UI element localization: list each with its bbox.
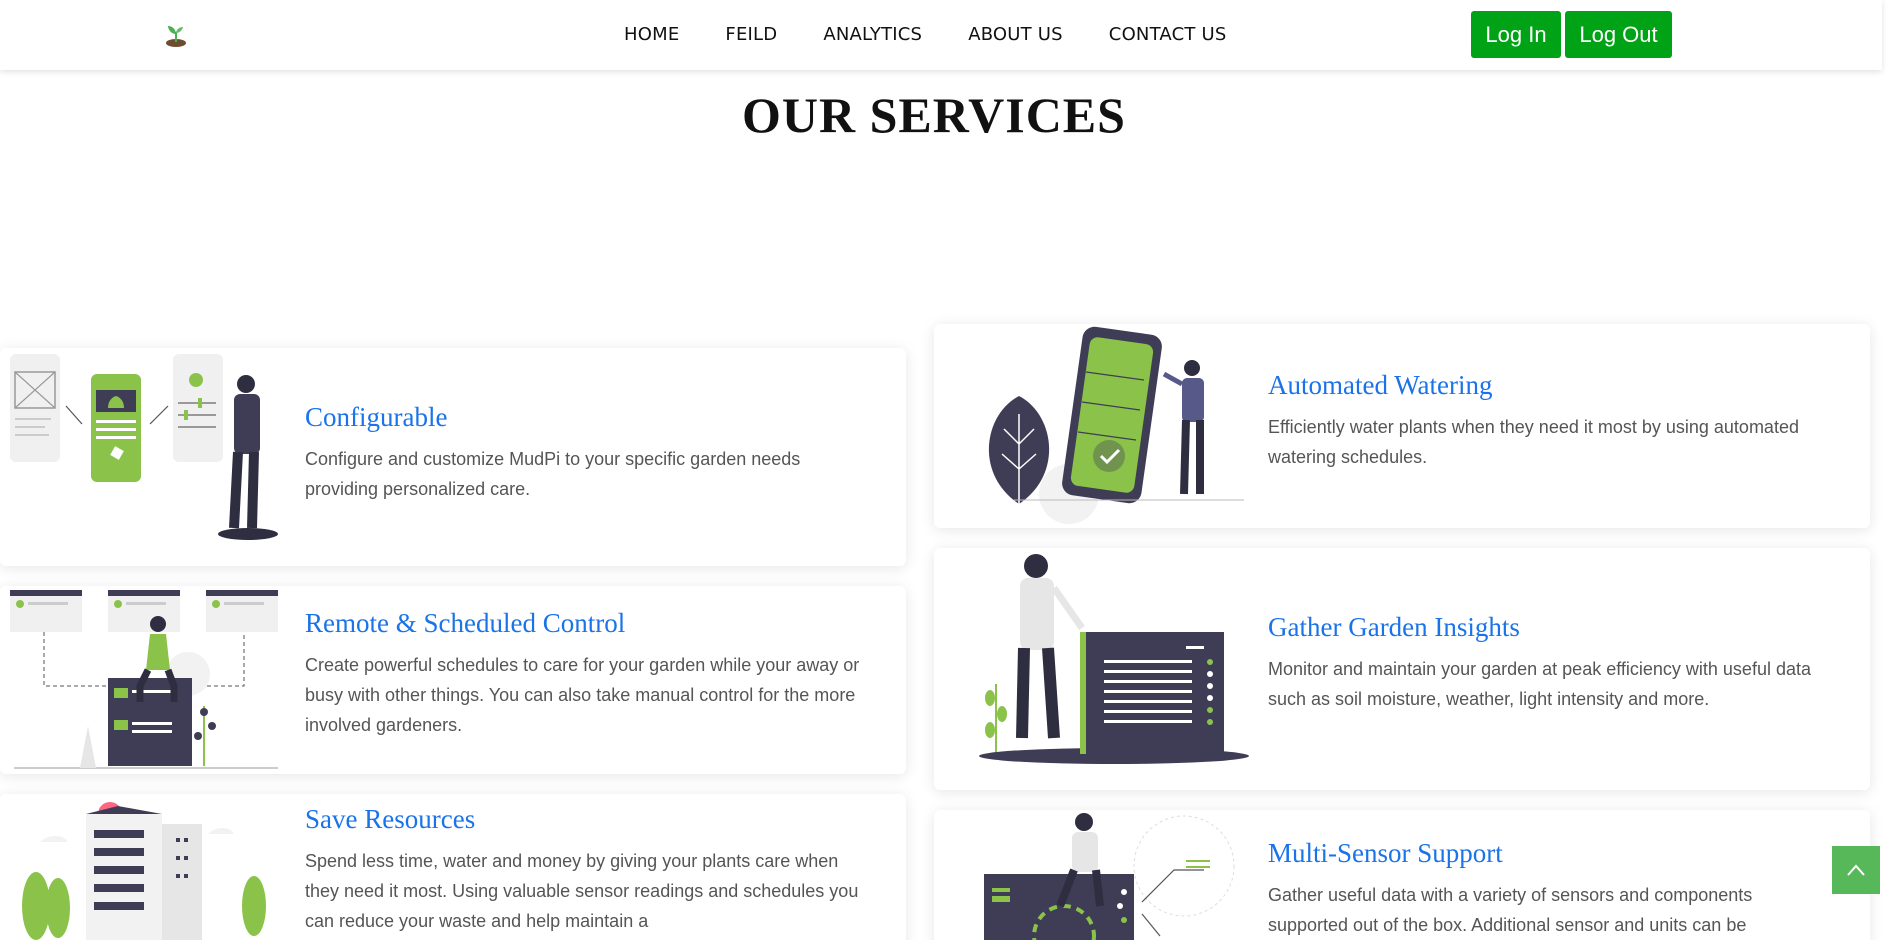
chevron-up-icon [1847,864,1865,876]
nav-feild[interactable]: FEILD [725,24,777,45]
service-description: Monitor and maintain your garden at peak… [1268,659,1811,709]
section-title: OUR SERVICES [742,87,1126,143]
nav-analytics[interactable]: ANALYTICS [823,24,922,45]
nav-about-us[interactable]: ABOUT US [968,24,1063,45]
service-description: Efficiently water plants when they need … [1268,417,1799,467]
login-button[interactable]: Log In [1471,11,1561,58]
service-title: Configurable [305,402,448,432]
service-description: Gather useful data with a variety of sen… [1268,885,1753,935]
service-title: Multi-Sensor Support [1268,838,1503,868]
main-nav: HOME FEILD ANALYTICS ABOUT US CONTACT US [624,24,1272,45]
scroll-to-top-button[interactable] [1832,846,1880,894]
seedling-logo-icon[interactable] [162,22,190,48]
nav-contact-us[interactable]: CONTACT US [1109,24,1227,45]
service-title: Remote & Scheduled Control [305,608,626,638]
service-title: Automated Watering [1268,370,1493,400]
automated-watering-illustration [974,324,1254,528]
service-card-automated-watering: Automated Watering Efficiently water pla… [934,324,1870,528]
save-resources-illustration [8,794,288,940]
service-description: Spend less time, water and money by givi… [305,851,859,931]
service-card-configurable: Configurable Configure and customize Mud… [0,348,906,566]
service-card-save-resources: Save Resources Spend less time, water an… [0,794,906,940]
configurable-illustration [8,348,288,566]
service-title: Save Resources [305,804,476,834]
remote-control-illustration [8,586,288,774]
service-description: Configure and customize MudPi to your sp… [305,449,801,499]
nav-home[interactable]: HOME [624,24,679,45]
logout-button[interactable]: Log Out [1565,11,1672,58]
service-card-gather-garden-insights: Gather Garden Insights Monitor and maint… [934,548,1870,790]
service-title: Gather Garden Insights [1268,612,1520,642]
multi-sensor-illustration [974,810,1254,940]
service-card-remote-scheduled-control: Remote & Scheduled Control Create powerf… [0,586,906,774]
site-header: HOME FEILD ANALYTICS ABOUT US CONTACT US… [0,0,1882,70]
garden-insights-illustration [974,548,1254,790]
service-description: Create powerful schedules to care for yo… [305,655,860,735]
service-card-multi-sensor-support: Multi-Sensor Support Gather useful data … [934,810,1870,940]
